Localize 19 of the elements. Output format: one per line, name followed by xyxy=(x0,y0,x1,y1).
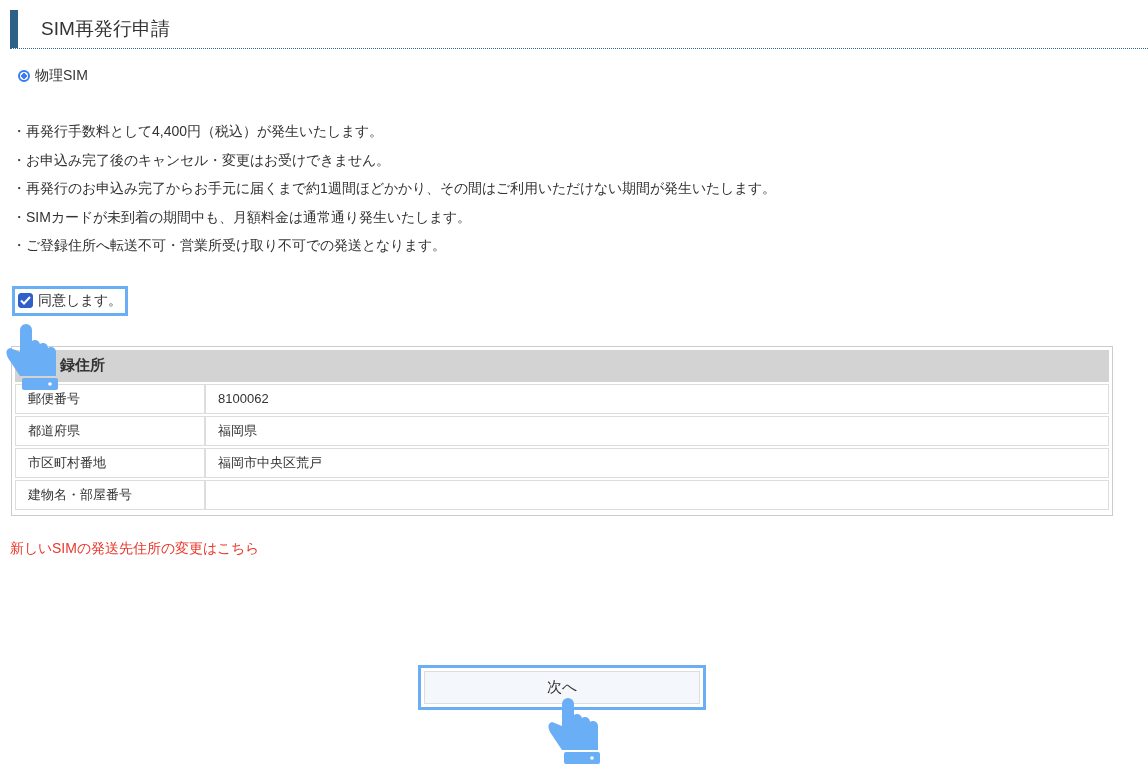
sim-radio-option[interactable]: 物理SIM xyxy=(18,67,88,85)
table-cell: 都道府県 xyxy=(15,415,205,446)
table-cell: 建物名・部屋番号 xyxy=(15,479,205,510)
change-address-link[interactable]: 新しいSIMの発送先住所の変更はこちら xyxy=(10,539,259,558)
notice-text: ・SIMカードが未到着の期間中も、月額料金は通常通り発生いたします。 xyxy=(12,207,472,227)
notice-text: ・再発行のお申込み完了からお手元に届くまで約1週間ほどかかり、その間はご利用いただけない期間が発生いたします。 xyxy=(12,179,777,198)
table-cell: 福岡市中央区荒戸 xyxy=(205,447,1109,478)
notice-text: ・ご登録住所へ転送不可・営業所受け取り不可での発送となります。 xyxy=(12,236,447,255)
notice-text: ・再発行手数料として4,400円（税込）が発生いたします。 xyxy=(12,122,385,141)
table-cell: 市区町村番地 xyxy=(15,447,205,478)
check-icon xyxy=(20,296,31,305)
agree-checkbox[interactable]: 同意します。 xyxy=(12,285,128,316)
table-cell: 郵便番号 xyxy=(15,383,205,414)
table-cell: 福岡県 xyxy=(205,415,1109,446)
page-title: SIM再発行申請 xyxy=(41,17,170,41)
table-cell: 8100062 xyxy=(205,383,1109,414)
notice-text: ・お申込み完了後のキャンセル・変更はお受けできません。 xyxy=(12,150,391,170)
next-button[interactable]: 次へ xyxy=(424,671,700,704)
table-header: 録住所 xyxy=(15,349,1109,382)
